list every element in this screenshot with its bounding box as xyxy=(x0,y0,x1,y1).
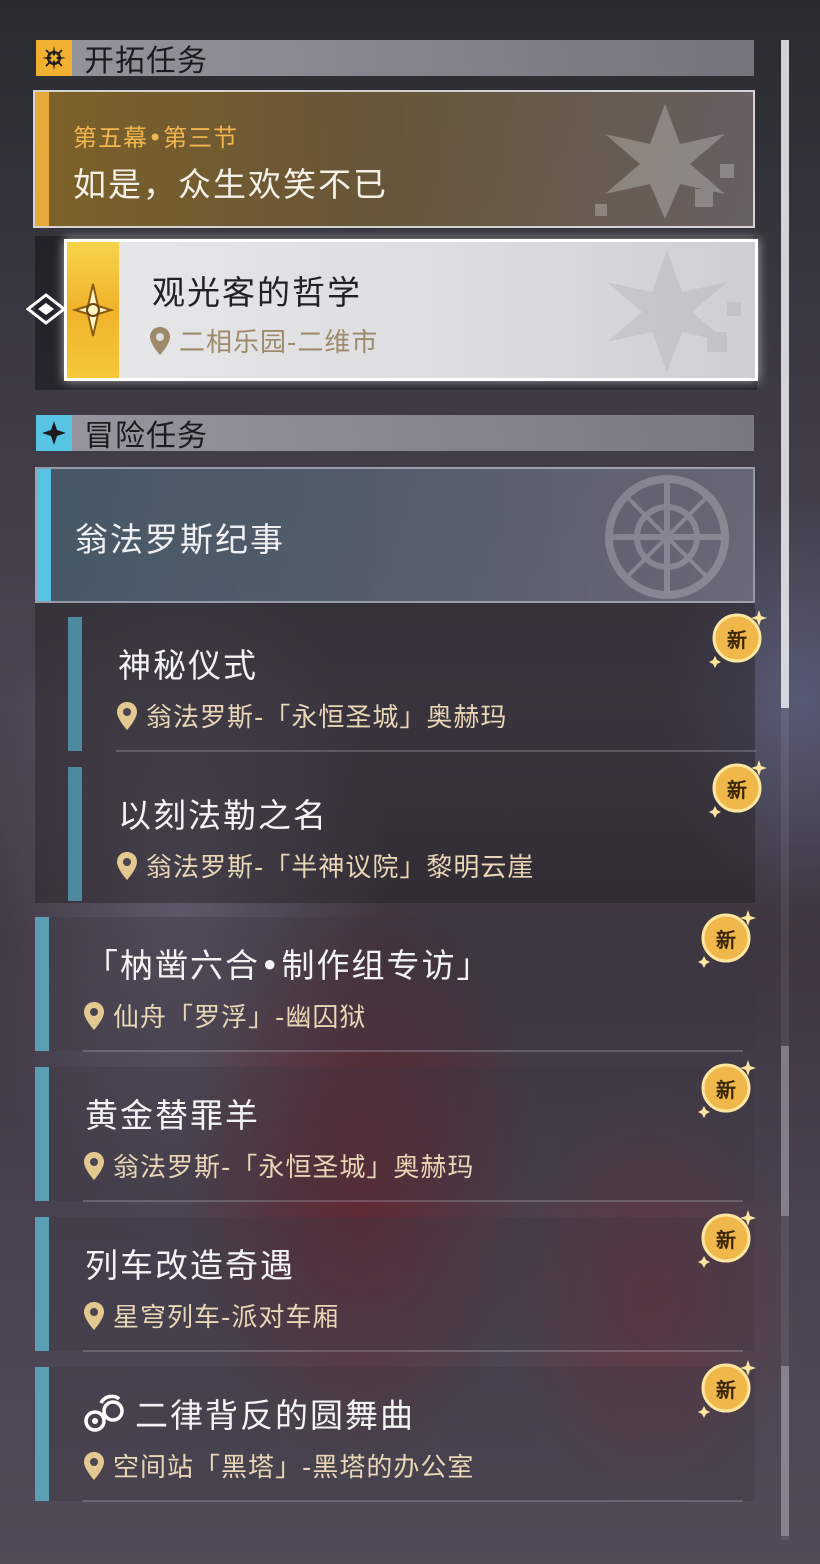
quest-location: 翁法罗斯-「永恒圣城」奥赫玛 xyxy=(116,697,507,734)
quest-accent-bar xyxy=(35,1217,49,1351)
location-text: 翁法罗斯-「永恒圣城」奥赫玛 xyxy=(146,703,508,733)
quest-accent-bar xyxy=(37,469,51,601)
divider xyxy=(83,1200,743,1202)
badge-label: 新 xyxy=(727,627,747,652)
new-badge: 新 xyxy=(696,1358,756,1418)
quest-accent-bar xyxy=(68,767,82,901)
divider xyxy=(116,750,756,752)
herta-puppet-icon xyxy=(84,1394,124,1432)
location-pin-icon xyxy=(84,1451,104,1480)
location-pin-icon xyxy=(150,326,170,355)
location-pin-icon xyxy=(84,1151,104,1180)
new-badge: 新 xyxy=(707,608,767,668)
quest-title: 神秘仪式 xyxy=(118,646,258,685)
selected-quest-title: 观光客的哲学 xyxy=(152,273,362,312)
chapter-label: 第五幕•第三节 xyxy=(73,124,239,152)
location-text: 翁法罗斯-「半神议院」黎明云崖 xyxy=(146,853,535,883)
location-pin-icon xyxy=(117,701,137,730)
main-quest-title: 如是，众生欢笑不已 xyxy=(73,165,388,204)
quest-location: 仙舟「罗浮」-幽囚狱 xyxy=(83,997,366,1034)
quest-item[interactable]: 以刻法勒之名 翁法罗斯-「半神议院」黎明云崖 xyxy=(68,767,756,903)
quest-title: 以刻法勒之名 xyxy=(118,796,328,835)
location-pin-icon xyxy=(117,851,137,880)
quest-accent-bar xyxy=(68,617,82,751)
quest-item[interactable]: 列车改造奇遇 星穹列车-派对车厢 xyxy=(35,1217,755,1353)
badge-label: 新 xyxy=(716,1377,736,1402)
quest-accent-bar xyxy=(35,92,49,226)
adventure-star-icon xyxy=(36,415,72,451)
scrollbar-segment xyxy=(781,1366,789,1536)
quest-location: 空间站「黑塔」-黑塔的办公室 xyxy=(83,1447,474,1484)
quest-title: 列车改造奇遇 xyxy=(85,1246,295,1285)
quest-accent-bar xyxy=(35,1367,49,1501)
quest-title: 二律背反的圆舞曲 xyxy=(135,1396,415,1435)
quest-item[interactable]: 「枘凿六合•制作组专访」 仙舟「罗浮」-幽囚狱 xyxy=(35,917,755,1053)
main-quest-card[interactable]: 第五幕•第三节 如是，众生欢笑不已 xyxy=(33,90,755,228)
adventure-group-card[interactable]: 翁法罗斯纪事 xyxy=(35,467,755,603)
quest-title: 「枘凿六合•制作组专访」 xyxy=(85,946,492,985)
new-badge: 新 xyxy=(696,1058,756,1118)
quest-location: 星穹列车-派对车厢 xyxy=(83,1297,339,1334)
adventure-section-header: 冒险任务 xyxy=(36,415,754,454)
trailblaze-section-header: 开拓任务 xyxy=(36,40,754,79)
selected-quest-location: 二相乐园-二维市 xyxy=(149,322,378,359)
location-text: 翁法罗斯-「永恒圣城」奥赫玛 xyxy=(113,1153,475,1183)
tracking-pointer-icon xyxy=(26,293,66,325)
location-text: 仙舟「罗浮」-幽囚狱 xyxy=(113,1003,367,1033)
new-badge: 新 xyxy=(707,758,767,818)
badge-label: 新 xyxy=(727,777,747,802)
scrollbar-segment xyxy=(781,1046,789,1216)
location-text: 星穹列车-派对车厢 xyxy=(113,1303,340,1333)
divider xyxy=(83,1500,743,1502)
adventure-group-title: 翁法罗斯纪事 xyxy=(75,520,285,559)
amphoreus-emblem-icon xyxy=(605,475,729,599)
quest-item[interactable]: 神秘仪式 翁法罗斯-「永恒圣城」奥赫玛 xyxy=(68,617,756,753)
quest-emblem-icon xyxy=(607,250,741,372)
section-title: 冒险任务 xyxy=(84,419,208,454)
badge-label: 新 xyxy=(716,927,736,952)
selected-quest-card[interactable]: 观光客的哲学 二相乐园-二维市 xyxy=(64,239,758,381)
scrollbar-thumb[interactable] xyxy=(781,40,789,708)
location-text: 二相乐园-二维市 xyxy=(179,328,379,358)
quest-item[interactable]: 黄金替罪羊 翁法罗斯-「永恒圣城」奥赫玛 xyxy=(35,1067,755,1203)
section-title: 开拓任务 xyxy=(84,44,208,79)
new-badge: 新 xyxy=(696,1208,756,1268)
quest-accent-bar xyxy=(35,917,49,1051)
location-pin-icon xyxy=(84,1001,104,1030)
trailblaze-emblem-icon xyxy=(595,104,734,219)
quest-item[interactable]: 二律背反的圆舞曲 空间站「黑塔」-黑塔的办公室 xyxy=(35,1367,755,1503)
trailblaze-compass-icon xyxy=(36,40,72,76)
new-badge: 新 xyxy=(696,908,756,968)
location-pin-icon xyxy=(84,1301,104,1330)
badge-label: 新 xyxy=(716,1077,736,1102)
divider xyxy=(83,1350,743,1352)
location-text: 空间站「黑塔」-黑塔的办公室 xyxy=(113,1453,475,1483)
quest-location: 翁法罗斯-「永恒圣城」奥赫玛 xyxy=(83,1147,474,1184)
quest-title: 黄金替罪羊 xyxy=(85,1096,260,1135)
badge-label: 新 xyxy=(716,1227,736,1252)
trailblaze-star-icon xyxy=(67,242,119,378)
divider xyxy=(83,1050,743,1052)
quest-location: 翁法罗斯-「半神议院」黎明云崖 xyxy=(116,847,534,884)
quest-accent-bar xyxy=(35,1067,49,1201)
